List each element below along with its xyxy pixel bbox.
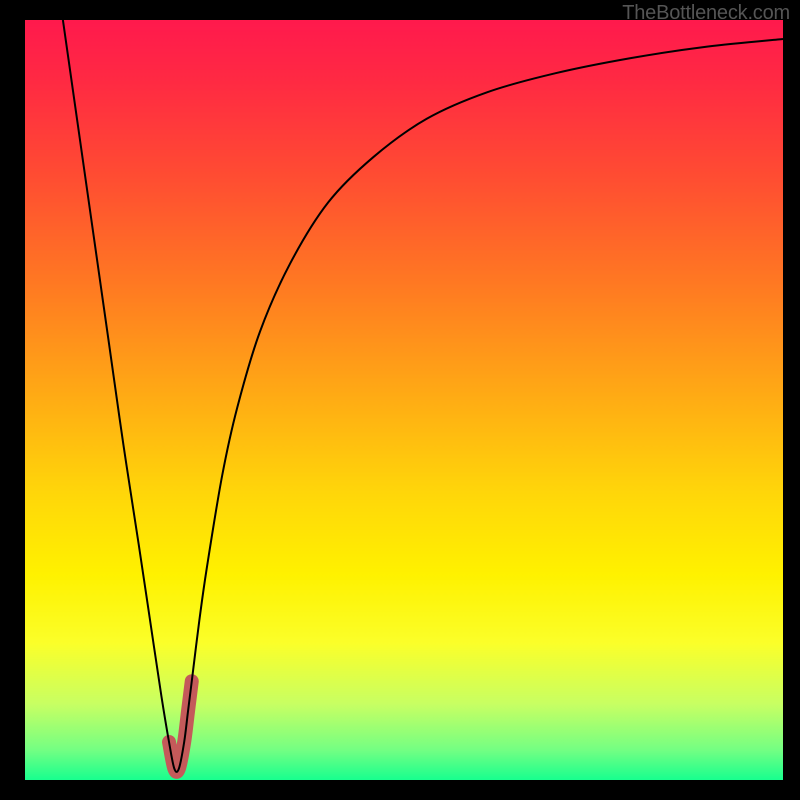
bottleneck-curve: [63, 20, 783, 772]
chart-frame: { "watermark": "TheBottleneck.com", "plo…: [0, 0, 800, 800]
curve-layer: [25, 20, 783, 780]
plot-area: [25, 20, 783, 780]
watermark-text: TheBottleneck.com: [622, 2, 790, 25]
